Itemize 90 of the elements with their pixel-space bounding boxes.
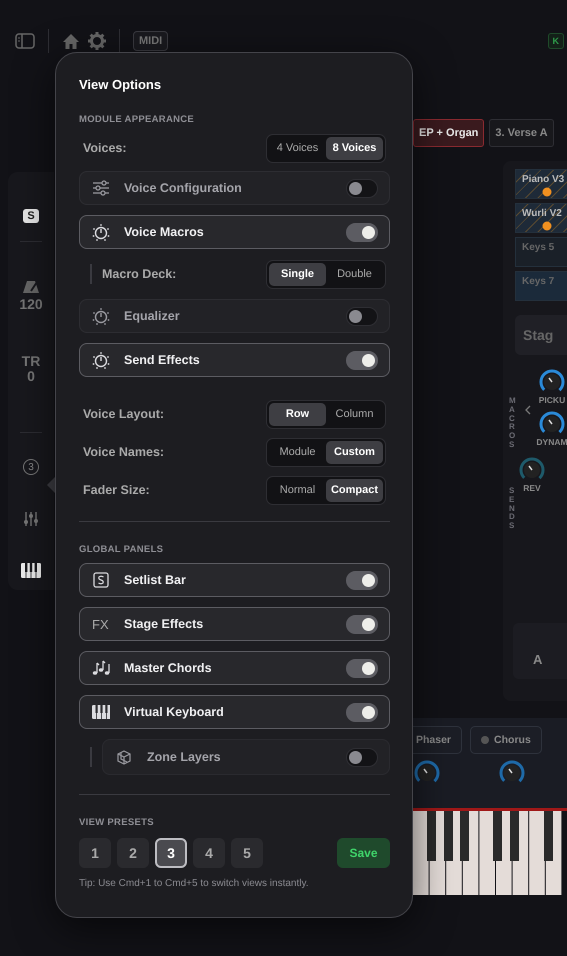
section-heading: VIEW PRESETS xyxy=(79,817,155,828)
segment-option[interactable]: Normal xyxy=(269,478,326,502)
voice-chip[interactable]: Piano V3 xyxy=(515,169,567,199)
toggle-label: Voice Macros xyxy=(124,225,205,239)
effects-icon: FX xyxy=(92,616,110,632)
section-label: MACROS xyxy=(509,397,517,450)
option-label: Macro Deck: xyxy=(102,267,176,281)
music-notes-icon xyxy=(92,659,110,677)
toggle-row[interactable]: Zone Layers xyxy=(102,739,390,775)
toggle-switch[interactable] xyxy=(346,306,378,326)
toggle-label: Stage Effects xyxy=(124,617,204,631)
toggle-label: Voice Configuration xyxy=(124,181,243,195)
toggle-switch[interactable] xyxy=(346,350,378,370)
knob-label: DYNAM xyxy=(536,437,567,447)
toggle-label: Zone Layers xyxy=(147,750,222,764)
segment-option[interactable]: Row xyxy=(269,402,326,426)
metronome-icon[interactable] xyxy=(22,280,40,294)
dial-icon xyxy=(92,223,110,241)
toggle-label: Equalizer xyxy=(124,309,181,323)
section-heading: MODULE APPEARANCE xyxy=(79,114,196,125)
segment-option[interactable]: 8 Voices xyxy=(326,136,383,160)
section-label: SENDS xyxy=(509,487,516,531)
knob-label: PICKU xyxy=(538,395,566,405)
toggle-row[interactable]: Setlist Bar xyxy=(79,563,390,597)
midi-button[interactable]: MIDI xyxy=(133,31,168,51)
segment-option[interactable]: 4 Voices xyxy=(269,136,326,160)
view-preset-button[interactable]: 3 xyxy=(23,459,39,475)
dial-icon xyxy=(92,351,110,369)
toggle-row[interactable]: Voice Configuration xyxy=(79,171,390,205)
section-heading: GLOBAL PANELS xyxy=(79,544,164,555)
toggle-switch[interactable] xyxy=(346,614,378,634)
toggle-switch[interactable] xyxy=(346,178,378,198)
option-label: Voices: xyxy=(83,141,127,155)
preset-button[interactable]: 2 xyxy=(117,838,149,868)
segment-option[interactable]: Column xyxy=(326,402,383,426)
status-dot xyxy=(481,736,490,744)
preset-button[interactable]: 1 xyxy=(79,838,111,868)
toggle-row[interactable]: FX Stage Effects xyxy=(79,607,390,641)
piano-icon[interactable] xyxy=(21,563,41,578)
toggle-label: Send Effects xyxy=(124,353,201,367)
toggle-row[interactable]: Master Chords xyxy=(79,651,390,685)
chevron-left-icon[interactable] xyxy=(524,405,532,415)
segment-option[interactable]: Compact xyxy=(326,478,383,502)
effect-chip[interactable]: Chorus xyxy=(470,726,542,754)
save-button[interactable]: Save xyxy=(337,838,390,868)
preset-button[interactable]: 5 xyxy=(231,838,263,868)
toggle-label: Setlist Bar xyxy=(124,573,187,587)
scene-label: Stag xyxy=(515,315,567,355)
piano-icon xyxy=(92,703,110,721)
tempo-value: 120 xyxy=(19,297,43,312)
voice-chip[interactable]: Wurli V2 xyxy=(515,203,567,233)
toggle-row[interactable]: Virtual Keyboard xyxy=(79,695,390,729)
option-label: Voice Names: xyxy=(83,445,164,459)
segment-option[interactable]: Single xyxy=(269,262,326,286)
segment-option[interactable]: Double xyxy=(326,262,383,286)
toggle-label: Virtual Keyboard xyxy=(124,705,225,719)
option-label: Fader Size: xyxy=(83,483,150,497)
mixer-icon[interactable] xyxy=(23,511,39,527)
option-label: Voice Layout: xyxy=(83,407,164,421)
scene-tab[interactable]: EP + Organ xyxy=(413,119,484,147)
settings-icon[interactable] xyxy=(88,32,106,50)
popover-title: View Options xyxy=(79,77,162,92)
dial-icon xyxy=(92,307,110,325)
toggle-row[interactable]: Voice Macros xyxy=(79,215,390,249)
toggle-switch[interactable] xyxy=(346,222,378,242)
square-icon xyxy=(92,571,110,589)
panel-label: A xyxy=(513,623,567,679)
status-badge: K xyxy=(548,33,564,49)
toggle-switch[interactable] xyxy=(346,570,378,590)
cubes-icon xyxy=(115,748,133,766)
segment-option[interactable]: Module xyxy=(269,440,326,464)
setlist-button[interactable]: S xyxy=(23,209,39,223)
toggle-switch[interactable] xyxy=(346,748,378,766)
toggle-label: Master Chords xyxy=(124,661,213,675)
scene-tab[interactable]: 3. Verse A xyxy=(489,119,554,147)
transpose-label: TR xyxy=(22,354,40,369)
knob-label: REV xyxy=(523,483,541,493)
toggle-switch[interactable] xyxy=(346,702,378,722)
preset-button[interactable]: 3 xyxy=(155,838,187,868)
sliders-icon xyxy=(92,179,110,197)
transpose-value: 0 xyxy=(27,369,35,384)
toggle-row[interactable]: Send Effects xyxy=(79,343,390,377)
tip-text: Tip: Use Cmd+1 to Cmd+5 to switch views instantly. xyxy=(79,878,310,889)
sidebar-icon[interactable] xyxy=(15,33,35,49)
effect-chip[interactable]: Phaser xyxy=(413,726,462,754)
toggle-row[interactable]: Equalizer xyxy=(79,299,390,333)
home-icon[interactable] xyxy=(62,32,80,50)
segment-option[interactable]: Custom xyxy=(326,440,383,464)
toggle-switch[interactable] xyxy=(346,658,378,678)
preset-button[interactable]: 4 xyxy=(193,838,225,868)
